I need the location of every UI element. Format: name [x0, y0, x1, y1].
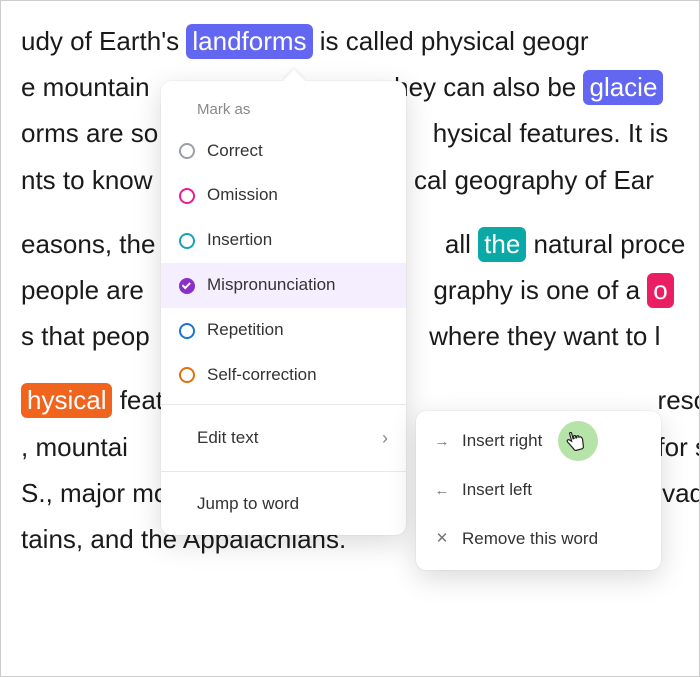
menu-item-label: Mispronunciation — [207, 271, 336, 300]
menu-item-label: Jump to word — [197, 490, 299, 519]
text-fragment: , mountai — [21, 432, 128, 462]
jump-to-word-action[interactable]: Jump to word — [161, 478, 406, 535]
highlight-glacie[interactable]: glacie — [583, 70, 663, 105]
mark-correct[interactable]: Correct — [161, 129, 406, 174]
radio-icon — [179, 143, 195, 159]
menu-item-label: Omission — [207, 181, 278, 210]
divider — [161, 404, 406, 405]
text-fragment: nts to know — [21, 165, 153, 195]
text-fragment: natural proce — [526, 229, 685, 259]
menu-item-label: Insert right — [462, 427, 542, 456]
text-fragment: where they want to l — [429, 321, 660, 351]
menu-header: Mark as — [161, 89, 406, 129]
highlight-pink[interactable]: o — [647, 273, 673, 308]
insert-right-action[interactable]: → Insert right — [416, 417, 661, 466]
edit-text-action[interactable]: Edit text › — [161, 411, 406, 466]
radio-icon — [179, 323, 195, 339]
text-fragment: hysical features. It is — [433, 118, 669, 148]
radio-icon — [179, 367, 195, 383]
radio-icon — [179, 233, 195, 249]
mark-repetition[interactable]: Repetition — [161, 308, 406, 353]
text-fragment: hey can also be — [394, 72, 583, 102]
close-icon: ✕ — [434, 526, 450, 552]
text-fragment: orms are so — [21, 118, 158, 148]
text-fragment: e mountain — [21, 72, 150, 102]
mark-as-menu: Mark as Correct Omission Insertion Mispr… — [161, 81, 406, 535]
text-fragment: all — [445, 229, 478, 259]
text-fragment: easons, the — [21, 229, 155, 259]
highlight-the[interactable]: the — [478, 227, 526, 262]
text-fragment: reso — [658, 385, 699, 415]
menu-item-label: Insertion — [207, 226, 272, 255]
radio-checked-icon — [179, 278, 195, 294]
mark-omission[interactable]: Omission — [161, 173, 406, 218]
insert-left-action[interactable]: ← Insert left — [416, 466, 661, 515]
menu-item-label: Insert left — [462, 476, 532, 505]
text-fragment: cal geography of Ear — [414, 165, 654, 195]
radio-icon — [179, 188, 195, 204]
mark-insertion[interactable]: Insertion — [161, 218, 406, 263]
divider — [161, 471, 406, 472]
arrow-right-icon: → — [434, 429, 450, 455]
remove-word-action[interactable]: ✕ Remove this word — [416, 515, 661, 564]
menu-item-label: Edit text — [197, 424, 258, 453]
menu-item-label: Remove this word — [462, 525, 598, 554]
text-fragment: graphy is one of a — [433, 275, 647, 305]
highlight-hysical[interactable]: hysical — [21, 383, 112, 418]
mark-self-correction[interactable]: Self-correction — [161, 353, 406, 398]
edit-text-submenu: → Insert right ← Insert left ✕ Remove th… — [416, 411, 661, 570]
text-fragment: udy of Earth's — [21, 26, 186, 56]
text-fragment: vada — [662, 478, 699, 508]
chevron-right-icon: › — [382, 423, 388, 454]
menu-item-label: Self-correction — [207, 361, 317, 390]
mark-mispronunciation[interactable]: Mispronunciation — [161, 263, 406, 308]
menu-item-label: Correct — [207, 137, 263, 166]
highlight-landforms[interactable]: landforms — [186, 24, 312, 59]
text-fragment: people are — [21, 275, 144, 305]
text-fragment: s that peop — [21, 321, 150, 351]
text-fragment: for s — [657, 432, 699, 462]
text-fragment: is called physical geogr — [313, 26, 589, 56]
text-fragment: feat — [112, 385, 163, 415]
menu-item-label: Repetition — [207, 316, 284, 345]
arrow-left-icon: ← — [434, 478, 450, 504]
